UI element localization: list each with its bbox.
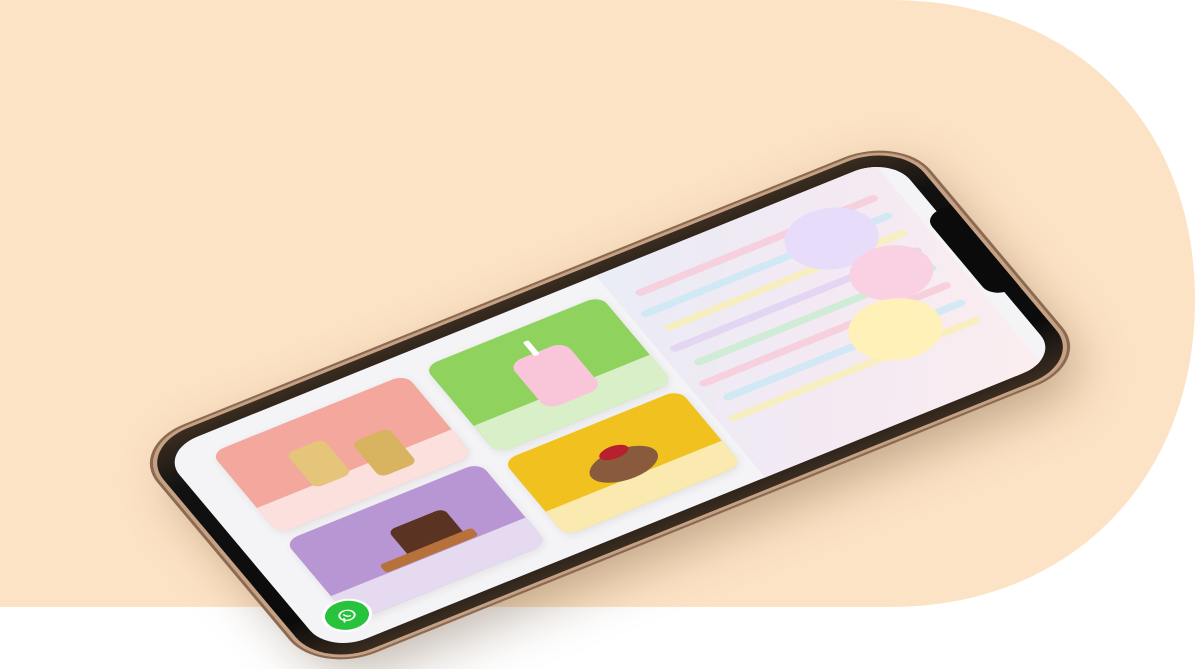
phone-screen xyxy=(160,156,1060,654)
scene xyxy=(0,0,1195,669)
whatsapp-icon xyxy=(338,609,356,623)
phone-body xyxy=(137,141,1083,669)
phone-mockup xyxy=(137,141,1083,669)
